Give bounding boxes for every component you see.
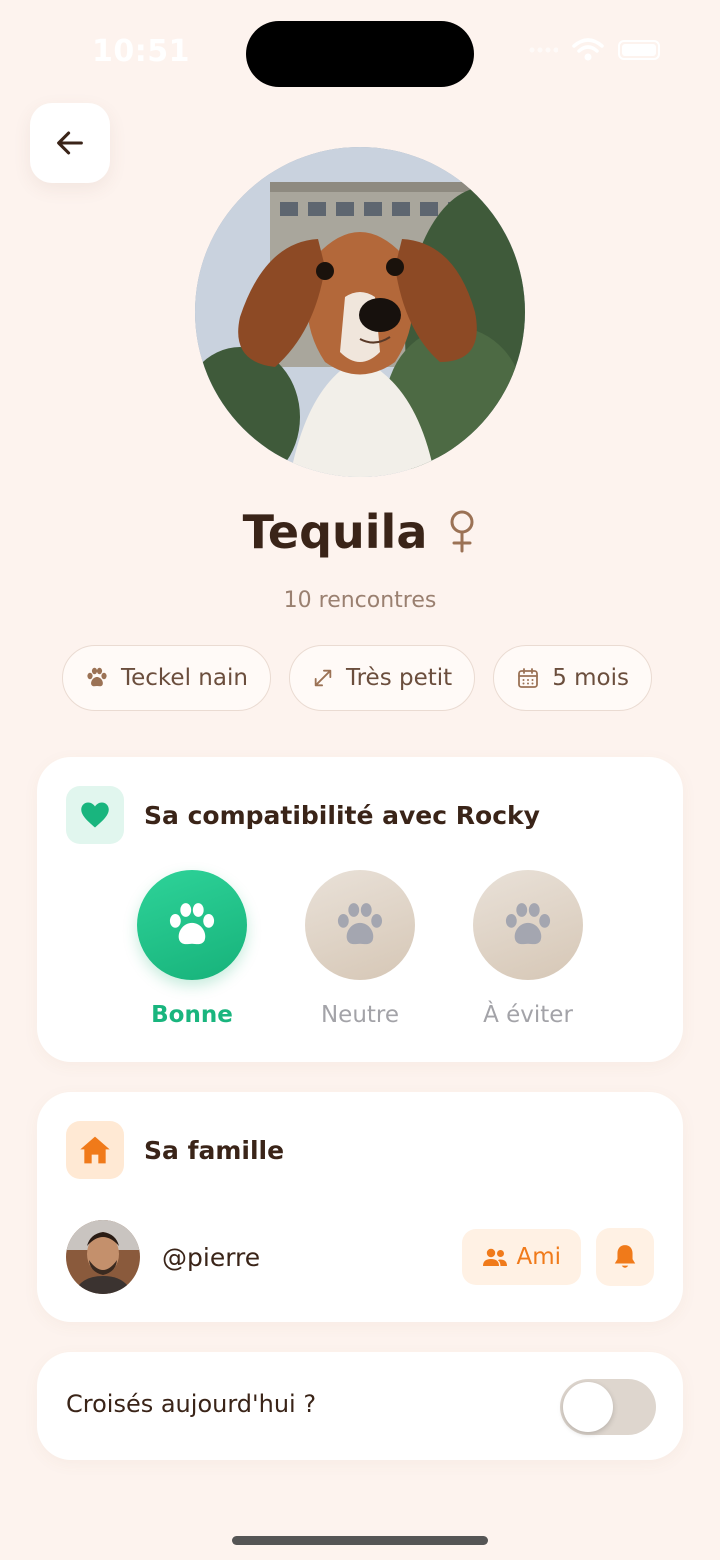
- avatar[interactable]: [66, 1220, 140, 1294]
- crossed-today-card: Croisés aujourd'hui ?: [37, 1352, 683, 1460]
- battery-icon: [618, 40, 660, 60]
- age-chip: 5 mois: [493, 645, 652, 711]
- compat-neutral-circle[interactable]: [305, 870, 415, 980]
- compatibility-title: Sa compatibilité avec Rocky: [144, 800, 540, 830]
- compatibility-options: Bonne Neutre À éviter: [137, 870, 583, 1028]
- pet-info-chips: Teckel nain Très petit 5 mois: [62, 645, 652, 711]
- pet-photo: [195, 147, 525, 477]
- size-chip: Très petit: [288, 645, 476, 711]
- heart-icon: [81, 802, 109, 828]
- status-icons: [528, 38, 660, 62]
- compatibility-card: Sa compatibilité avec Rocky Bonne Neutre…: [37, 757, 683, 1062]
- wifi-icon: [572, 38, 604, 61]
- notification-button[interactable]: [596, 1228, 654, 1286]
- crossed-today-label: Croisés aujourd'hui ?: [66, 1390, 317, 1418]
- paw-icon: [337, 903, 383, 945]
- family-title: Sa famille: [144, 1135, 285, 1165]
- compat-option-neutral[interactable]: Neutre: [305, 870, 415, 1028]
- compat-avoid-circle[interactable]: [473, 870, 583, 980]
- calendar-icon: [518, 668, 539, 688]
- compat-avoid-label: À éviter: [483, 1002, 573, 1028]
- paw-icon: [87, 667, 107, 687]
- pet-name: Tequila: [242, 505, 428, 559]
- family-header: Sa famille: [66, 1121, 284, 1179]
- home-icon: [80, 1136, 110, 1164]
- paw-icon: [505, 903, 551, 945]
- resize-arrows-icon: [314, 669, 332, 687]
- breed-chip: Teckel nain: [62, 645, 271, 711]
- heart-icon-box: [66, 786, 124, 844]
- age-label: 5 mois: [552, 665, 629, 691]
- breed-label: Teckel nain: [121, 665, 248, 691]
- toggle-knob[interactable]: [563, 1382, 613, 1432]
- member-username[interactable]: @pierre: [162, 1243, 462, 1272]
- family-member-row[interactable]: @pierre Ami: [66, 1220, 654, 1294]
- compat-good-circle[interactable]: [137, 870, 247, 980]
- compat-good-label: Bonne: [151, 1002, 233, 1028]
- users-icon: [483, 1248, 508, 1266]
- female-gender-icon: [450, 510, 474, 553]
- friend-button[interactable]: Ami: [462, 1229, 581, 1285]
- meetings-count: 10 rencontres: [283, 588, 437, 613]
- compat-option-good[interactable]: Bonne: [137, 870, 247, 1028]
- compat-neutral-label: Neutre: [320, 1002, 400, 1028]
- crossed-today-toggle[interactable]: [560, 1379, 656, 1435]
- paw-icon: [169, 903, 215, 945]
- friend-label: Ami: [516, 1244, 561, 1270]
- bell-icon: [614, 1245, 636, 1268]
- home-icon-box: [66, 1121, 124, 1179]
- compat-option-avoid[interactable]: À éviter: [473, 870, 583, 1028]
- compatibility-header: Sa compatibilité avec Rocky: [66, 786, 540, 844]
- status-time: 10:51: [92, 34, 190, 69]
- screen: 10:51 Tequila 10 rencontres Teckel nain …: [0, 0, 720, 1560]
- back-button[interactable]: [30, 103, 110, 183]
- dynamic-island: [246, 21, 474, 87]
- family-card: Sa famille @pierre Ami: [37, 1092, 683, 1322]
- signal-icon: [529, 47, 558, 53]
- size-label: Très petit: [345, 665, 453, 691]
- home-indicator[interactable]: [232, 1536, 488, 1545]
- pet-name-row: Tequila: [0, 505, 720, 559]
- arrow-left-icon: [57, 131, 83, 155]
